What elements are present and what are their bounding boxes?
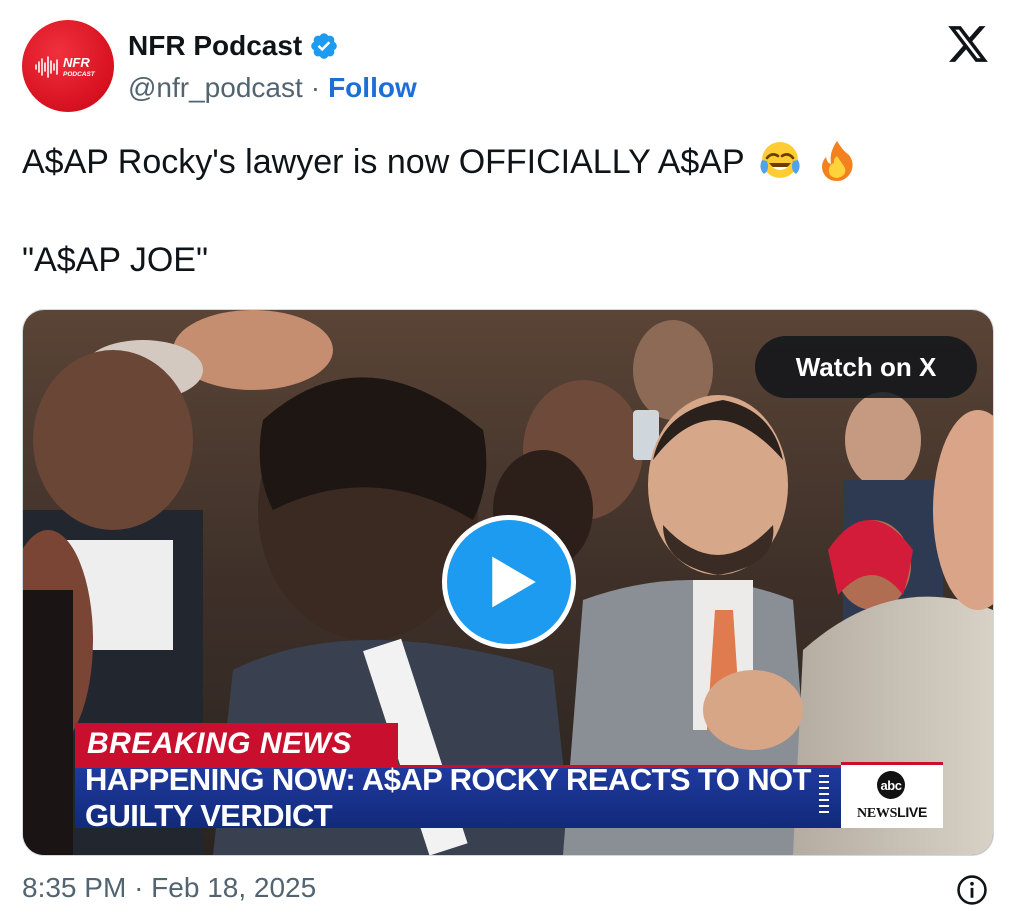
- banner-stripes-decoration: [819, 775, 829, 813]
- tweet-date[interactable]: Feb 18, 2025: [151, 872, 316, 903]
- tweet-text: A$AP Rocky's lawyer is now OFFICIALLY A$…: [22, 138, 992, 284]
- separator: ·: [310, 72, 321, 103]
- svg-text:NFR: NFR: [63, 55, 90, 70]
- svg-text:PODCAST: PODCAST: [63, 71, 96, 78]
- x-logo-icon[interactable]: [945, 22, 991, 66]
- breaking-news-banner: BREAKING NEWS: [75, 723, 398, 765]
- avatar[interactable]: NFR PODCAST: [22, 20, 114, 112]
- verified-badge-icon: [311, 33, 338, 59]
- play-icon: [492, 556, 536, 608]
- tweet-timestamp: 8:35 PM · Feb 18, 2025: [22, 872, 316, 904]
- fire-emoji: [815, 138, 859, 182]
- nfr-podcast-logo: NFR PODCAST: [35, 55, 96, 78]
- author-handle[interactable]: @nfr_podcast: [128, 72, 303, 104]
- video-player[interactable]: Watch on X BREAKING NEWS HAPPENING NOW: …: [22, 309, 994, 856]
- tweet-time[interactable]: 8:35 PM: [22, 872, 126, 903]
- follow-button[interactable]: Follow: [328, 72, 417, 104]
- abc-logo-mark: abc: [877, 771, 905, 799]
- tweet-line-1: A$AP Rocky's lawyer is now OFFICIALLY A$…: [22, 138, 992, 186]
- face-with-tears-of-joy-emoji: [758, 138, 802, 182]
- tweet-line-2: "A$AP JOE": [22, 241, 209, 279]
- author-display-name[interactable]: NFR Podcast: [128, 30, 302, 62]
- news-label: NEWS: [857, 806, 898, 821]
- live-label: LIVE: [897, 804, 927, 820]
- news-live-label: NEWSLIVE: [845, 804, 939, 822]
- tweet-line-1-text: A$AP Rocky's lawyer is now OFFICIALLY A$…: [22, 143, 745, 181]
- author-handle-row: @nfr_podcast · Follow: [128, 70, 417, 106]
- play-button[interactable]: [442, 515, 576, 649]
- author-name-row: NFR Podcast: [128, 28, 339, 64]
- abc-news-live-logo: abc NEWSLIVE: [841, 762, 943, 828]
- news-headline-banner: HAPPENING NOW: A$AP ROCKY REACTS TO NOT …: [75, 762, 841, 833]
- watch-on-x-button[interactable]: Watch on X: [755, 336, 977, 398]
- info-icon[interactable]: [955, 873, 989, 907]
- timestamp-separator: ·: [134, 872, 144, 903]
